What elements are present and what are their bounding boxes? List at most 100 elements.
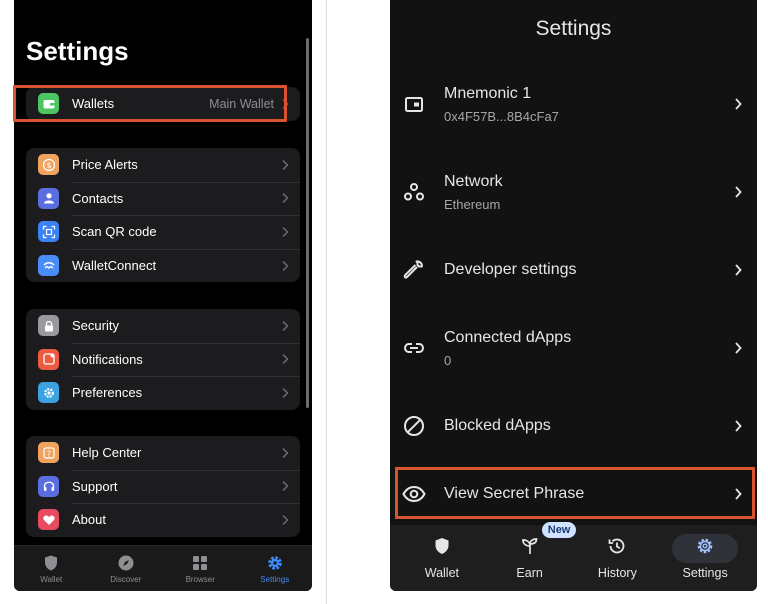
settings-row-network[interactable]: Network Ethereum [390, 166, 757, 218]
chevron-right-icon [735, 98, 742, 110]
dapp-count: 0 [444, 352, 452, 368]
row-label: Price Alerts [72, 157, 138, 173]
tab-label: Settings [682, 566, 728, 580]
chevron-right-icon [282, 387, 289, 399]
gear-icon [267, 555, 282, 570]
network-icon [401, 179, 427, 205]
settings-row-scan-qr[interactable]: Scan QR code [26, 215, 300, 249]
tab-settings[interactable]: Settings [238, 546, 313, 591]
settings-row-blocked-dapps[interactable]: Blocked dApps [390, 410, 757, 442]
tab-settings[interactable]: Settings [661, 525, 749, 591]
tab-wallet[interactable]: Wallet [398, 525, 486, 591]
scrollbar[interactable] [306, 38, 309, 408]
tab-label: History [597, 566, 637, 580]
svg-text:$: $ [46, 161, 51, 170]
row-text: Network Ethereum [444, 173, 503, 212]
tab-label: Wallet [424, 566, 459, 580]
chevron-right-icon [282, 193, 289, 204]
settings-row-help-center[interactable]: ? Help Center [26, 436, 300, 470]
row-text: Mnemonic 1 0x4F57B...8B4cFa7 [444, 85, 559, 124]
gear-icon [38, 382, 59, 404]
chevron-right-icon [282, 447, 289, 458]
tab-label: Wallet [40, 574, 63, 584]
settings-row-mnemonic[interactable]: Mnemonic 1 0x4F57B...8B4cFa7 [390, 78, 757, 130]
tab-history[interactable]: History [574, 525, 662, 591]
tab-wallet[interactable]: Wallet [14, 546, 89, 591]
help-icon: ? [38, 442, 59, 464]
row-text: Developer settings [444, 261, 577, 279]
row-label: About [72, 512, 106, 528]
person-icon [38, 187, 59, 209]
tab-label: Earn [516, 566, 543, 580]
row-label: Blocked dApps [444, 417, 551, 434]
row-label: Mnemonic 1 [444, 84, 532, 102]
chevron-right-icon [282, 320, 289, 331]
qr-scan-icon [38, 221, 59, 243]
heart-icon [38, 509, 59, 531]
row-label: Help Center [72, 445, 142, 461]
tab-earn[interactable]: Earn New [486, 522, 577, 591]
row-label: Developer settings [444, 261, 577, 278]
row-label: Scan QR code [72, 224, 157, 240]
help-group: ? Help Center Support About [26, 436, 300, 537]
chevron-right-icon [735, 420, 742, 432]
new-badge: New [541, 522, 577, 538]
row-label: Security [72, 318, 119, 334]
tab-label: Settings [260, 574, 290, 584]
tab-browser[interactable]: Browser [163, 546, 238, 591]
sprout-icon [521, 538, 537, 554]
tab-label: Discover [110, 574, 142, 584]
security-group: Security Notifications Preferences [26, 309, 300, 410]
settings-row-contacts[interactable]: Contacts [26, 181, 300, 216]
gear-icon [697, 538, 713, 554]
dollar-icon: $ [38, 154, 59, 176]
settings-row-connected-dapps[interactable]: Connected dApps 0 [390, 322, 757, 374]
secret-phrase-highlight-box [395, 467, 755, 519]
chevron-right-icon [735, 342, 742, 354]
row-label: WalletConnect [72, 258, 157, 274]
settings-row-about[interactable]: About [26, 503, 300, 537]
chevron-right-icon [282, 159, 289, 170]
settings-row-notifications[interactable]: Notifications [26, 342, 300, 377]
bell-icon [38, 348, 59, 370]
row-label: Preferences [72, 385, 143, 401]
row-label: Contacts [72, 190, 124, 206]
panel-divider [326, 0, 327, 604]
lock-icon [38, 315, 59, 337]
row-label: Connected dApps [444, 328, 572, 346]
network-name: Ethereum [444, 196, 501, 212]
settings-row-price-alerts[interactable]: $ Price Alerts [26, 148, 300, 182]
wallet-address: 0x4F57B...8B4cFa7 [444, 108, 559, 124]
row-label: Network [444, 172, 503, 190]
walletconnect-icon [38, 255, 59, 277]
tab-label: Browser [185, 574, 215, 584]
settings-row-security[interactable]: Security [26, 309, 300, 343]
svg-text:?: ? [46, 449, 50, 458]
page-title: Settings [535, 17, 612, 40]
chevron-right-icon [735, 264, 742, 276]
settings-row-support[interactable]: Support [26, 469, 300, 504]
tab-discover[interactable]: Discover [89, 546, 164, 591]
blocked-icon [401, 413, 427, 439]
general-group: $ Price Alerts Contacts Scan QR code Wal… [26, 148, 300, 283]
row-text: Blocked dApps [444, 417, 551, 435]
chevron-right-icon [282, 226, 289, 238]
compass-icon [118, 555, 134, 570]
history-icon [608, 538, 625, 554]
link-icon [401, 335, 427, 361]
chevron-right-icon [282, 354, 289, 365]
headphones-icon [38, 475, 59, 497]
shield-icon [435, 538, 449, 554]
settings-row-developer[interactable]: Developer settings [390, 254, 757, 286]
chevron-right-icon [282, 481, 289, 492]
chevron-right-icon [282, 514, 289, 526]
row-label: Notifications [72, 351, 143, 367]
row-text: Connected dApps 0 [444, 329, 571, 368]
grid-icon [193, 555, 208, 570]
page-title: Settings [26, 36, 129, 66]
settings-row-preferences[interactable]: Preferences [26, 376, 300, 410]
wallets-highlight-box [13, 85, 287, 122]
bottom-navigation: Wallet Earn New History Settings [390, 522, 757, 591]
tab-bar: Wallet Discover Browser Settings [14, 545, 312, 591]
settings-row-walletconnect[interactable]: WalletConnect [26, 248, 300, 283]
